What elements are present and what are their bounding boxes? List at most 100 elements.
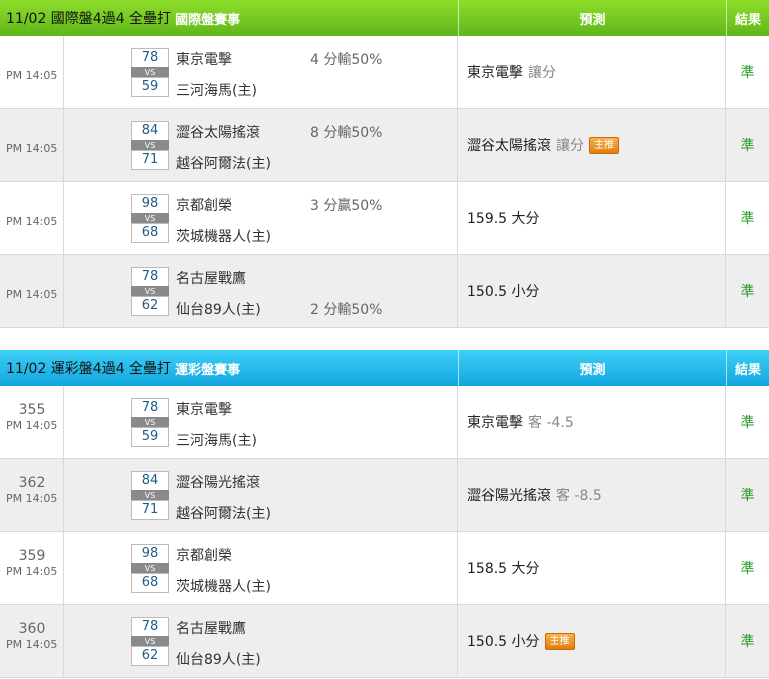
result-cell: 準 [740,634,755,650]
prediction-cell: 150.5 小分 [458,255,726,327]
prediction-pick: 150.5 小分 [467,634,540,650]
handicap-top: 8 分輸50% [310,125,383,141]
section-title: 11/02 國際盤4過4 全壘打 國際盤賽事 [0,0,458,36]
away-team: 澀谷陽光搖滾 [176,475,260,491]
handicap-top: 4 分輸50% [310,52,383,68]
section-badge: 國際盤賽事 [175,12,241,28]
game-time: PM 14:05 [6,492,58,505]
away-score: 84 [131,471,169,491]
time-cell: 355 PM 14:05 [0,386,64,458]
result-cell: 準 [740,415,755,431]
time-cell: 362 PM 14:05 [0,459,64,531]
prediction-cell: 150.5 小分 主推 [458,605,726,677]
prediction-pick: 150.5 小分 [467,284,540,300]
home-score: 68 [131,223,169,243]
game-time: PM 14:05 [6,565,58,578]
game-list: PM 14:05 78 VS 59 東京電擊 三河海馬(主) 4 分輸50% 東… [0,36,769,328]
result-cell: 準 [740,65,755,81]
home-team: 茨城機器人(主) [176,229,271,245]
home-score: 71 [131,150,169,170]
prediction-detail: 讓分 [556,138,584,154]
featured-pick-badge: 主推 [589,136,619,154]
prediction-header: 預測 [458,350,726,386]
matchup-cell: 98 VS 68 京都創榮 茨城機器人(主) 3 分贏50% [64,182,458,254]
featured-pick-badge: 主推 [544,632,575,650]
home-score: 62 [131,296,169,316]
game-row: PM 14:05 78 VS 59 東京電擊 三河海馬(主) 4 分輸50% 東… [0,36,769,109]
prediction-detail: 客 -8.5 [556,488,602,504]
game-row: 359 PM 14:05 98 VS 68 京都創榮 茨城機器人(主) 158.… [0,532,769,605]
time-cell: 359 PM 14:05 [0,532,64,604]
prediction-cell: 東京電擊 讓分 [458,36,726,108]
time-cell: PM 14:05 [0,255,64,327]
game-row: PM 14:05 78 VS 62 名古屋戰鷹 仙台89人(主) 2 分輸50%… [0,255,769,328]
section-header: 11/02 國際盤4過4 全壘打 國際盤賽事 預測 結果 [0,0,769,36]
away-team: 京都創榮 [176,548,232,564]
game-number: 359 [18,548,46,564]
result-cell: 準 [740,138,755,154]
section-title: 11/02 運彩盤4過4 全壘打 運彩盤賽事 [0,350,458,386]
home-score: 59 [131,427,169,447]
prediction-cell: 澀谷太陽搖滾 讓分 主推 [458,109,726,181]
prediction-cell: 澀谷陽光搖滾 客 -8.5 [458,459,726,531]
home-team: 越谷阿爾法(主) [176,156,271,172]
home-team: 茨城機器人(主) [176,579,271,595]
away-score: 78 [131,398,169,418]
home-score: 71 [131,500,169,520]
away-team: 名古屋戰鷹 [176,271,246,287]
away-score: 98 [131,544,169,564]
matchup-cell: 78 VS 59 東京電擊 三河海馬(主) [64,386,458,458]
game-number: 355 [18,402,46,418]
home-team: 仙台89人(主) [176,302,261,318]
section-title-text: 11/02 運彩盤4過4 全壘打 [6,361,172,377]
matchup-cell: 78 VS 62 名古屋戰鷹 仙台89人(主) [64,605,458,677]
away-score: 84 [131,121,169,141]
home-score: 68 [131,573,169,593]
prediction-detail: 客 -4.5 [528,415,574,431]
result-cell: 準 [740,561,755,577]
prediction-pick: 158.5 大分 [467,561,540,577]
prediction-pick: 澀谷陽光搖滾 [467,488,551,504]
away-team: 東京電擊 [176,402,232,418]
handicap-bottom: 2 分輸50% [310,302,383,318]
prediction-pick: 澀谷太陽搖滾 [467,138,551,154]
time-cell: PM 14:05 [0,182,64,254]
game-time: PM 14:05 [6,142,58,155]
away-score: 78 [131,617,169,637]
home-score: 62 [131,646,169,666]
away-score: 98 [131,194,169,214]
result-cell: 準 [740,284,755,300]
home-team: 越谷阿爾法(主) [176,506,271,522]
game-row: 355 PM 14:05 78 VS 59 東京電擊 三河海馬(主) 東京電擊 … [0,386,769,459]
home-team: 仙台89人(主) [176,652,261,668]
home-team: 三河海馬(主) [176,83,257,99]
game-time: PM 14:05 [6,288,58,301]
prediction-detail: 讓分 [528,65,556,81]
matchup-cell: 98 VS 68 京都創榮 茨城機器人(主) [64,532,458,604]
intl-section: 11/02 國際盤4過4 全壘打 國際盤賽事 預測 結果 PM 14:05 78… [0,0,769,328]
home-score: 59 [131,77,169,97]
section-header: 11/02 運彩盤4過4 全壘打 運彩盤賽事 預測 結果 [0,350,769,386]
game-row: PM 14:05 98 VS 68 京都創榮 茨城機器人(主) 3 分贏50% … [0,182,769,255]
prediction-pick: 東京電擊 [467,415,523,431]
away-team: 東京電擊 [176,52,232,68]
handicap-top: 3 分贏50% [310,198,383,214]
result-cell: 準 [740,211,755,227]
result-cell: 準 [740,488,755,504]
matchup-cell: 84 VS 71 澀谷太陽搖滾 越谷阿爾法(主) 8 分輸50% [64,109,458,181]
away-score: 78 [131,267,169,287]
section-badge: 運彩盤賽事 [175,362,241,378]
game-list: 355 PM 14:05 78 VS 59 東京電擊 三河海馬(主) 東京電擊 … [0,386,769,678]
prediction-cell: 東京電擊 客 -4.5 [458,386,726,458]
matchup-cell: 78 VS 59 東京電擊 三河海馬(主) 4 分輸50% [64,36,458,108]
game-time: PM 14:05 [6,69,58,82]
matchup-cell: 84 VS 71 澀谷陽光搖滾 越谷阿爾法(主) [64,459,458,531]
time-cell: PM 14:05 [0,109,64,181]
time-cell: PM 14:05 [0,36,64,108]
away-team: 澀谷太陽搖滾 [176,125,260,141]
matchup-cell: 78 VS 62 名古屋戰鷹 仙台89人(主) 2 分輸50% [64,255,458,327]
prediction-header: 預測 [458,0,726,36]
game-time: PM 14:05 [6,215,58,228]
game-number: 360 [18,621,46,637]
away-team: 名古屋戰鷹 [176,621,246,637]
